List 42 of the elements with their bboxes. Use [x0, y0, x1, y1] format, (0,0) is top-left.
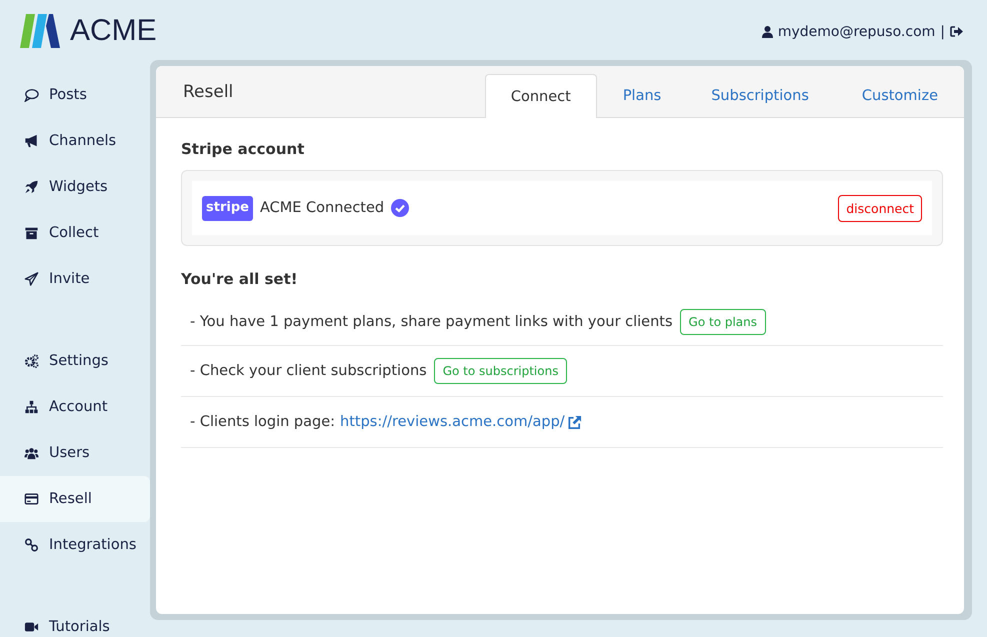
- logo-icon: [20, 14, 60, 48]
- rocket-icon: [24, 180, 39, 194]
- archive-box-icon: [24, 226, 39, 240]
- user-email[interactable]: mydemo@repuso.com: [778, 24, 936, 40]
- sitemap-icon: [24, 400, 39, 414]
- paper-plane-icon: [24, 272, 39, 286]
- sidebar-item[interactable]: Posts: [0, 72, 150, 118]
- tab[interactable]: Customize: [836, 74, 964, 117]
- status-text: - Clients login page:: [190, 414, 336, 430]
- video-camera-icon: [24, 620, 39, 634]
- tab[interactable]: Subscriptions: [687, 74, 836, 117]
- sign-out-icon[interactable]: [950, 26, 963, 37]
- sidebar-item[interactable]: Collect: [0, 210, 150, 256]
- tab[interactable]: Plans: [596, 74, 688, 117]
- sidebar-item[interactable]: Tutorials: [0, 615, 150, 637]
- disconnect-button[interactable]: disconnect: [838, 194, 922, 222]
- panel-title: Resell: [183, 82, 234, 102]
- user-icon: [762, 26, 773, 38]
- sidebar-item[interactable]: Account: [0, 384, 150, 430]
- account-name: ACME Connected: [260, 200, 384, 216]
- megaphone-icon: [24, 134, 39, 148]
- status-heading: You're all set!: [181, 270, 299, 288]
- credit-card-icon: [24, 492, 39, 506]
- brand-name: ACME: [70, 14, 157, 48]
- section-heading: Stripe account: [181, 140, 306, 158]
- sidebar-item[interactable]: Settings: [0, 338, 150, 384]
- stripe-logo: stripe: [202, 196, 253, 220]
- sidebar-item[interactable]: Channels: [0, 118, 150, 164]
- link-icon: [24, 538, 39, 552]
- separator: |: [940, 24, 945, 40]
- speech-bubble-icon: [24, 88, 39, 102]
- status-text: - You have 1 payment plans, share payment links with your clients: [190, 314, 673, 330]
- external-link-icon[interactable]: [566, 414, 582, 430]
- sidebar-item[interactable]: Widgets: [0, 164, 150, 210]
- sidebar-item[interactable]: Invite: [0, 256, 150, 302]
- status-text: - Check your client subscriptions: [190, 363, 427, 379]
- login-link[interactable]: https://reviews.acme.com/app/: [340, 414, 565, 430]
- tab[interactable]: Connect: [484, 74, 597, 118]
- users-icon: [24, 446, 39, 460]
- sidebar-item[interactable]: Resell: [0, 476, 150, 522]
- sidebar-item[interactable]: Integrations: [0, 522, 150, 568]
- sidebar-item[interactable]: Users: [0, 430, 150, 476]
